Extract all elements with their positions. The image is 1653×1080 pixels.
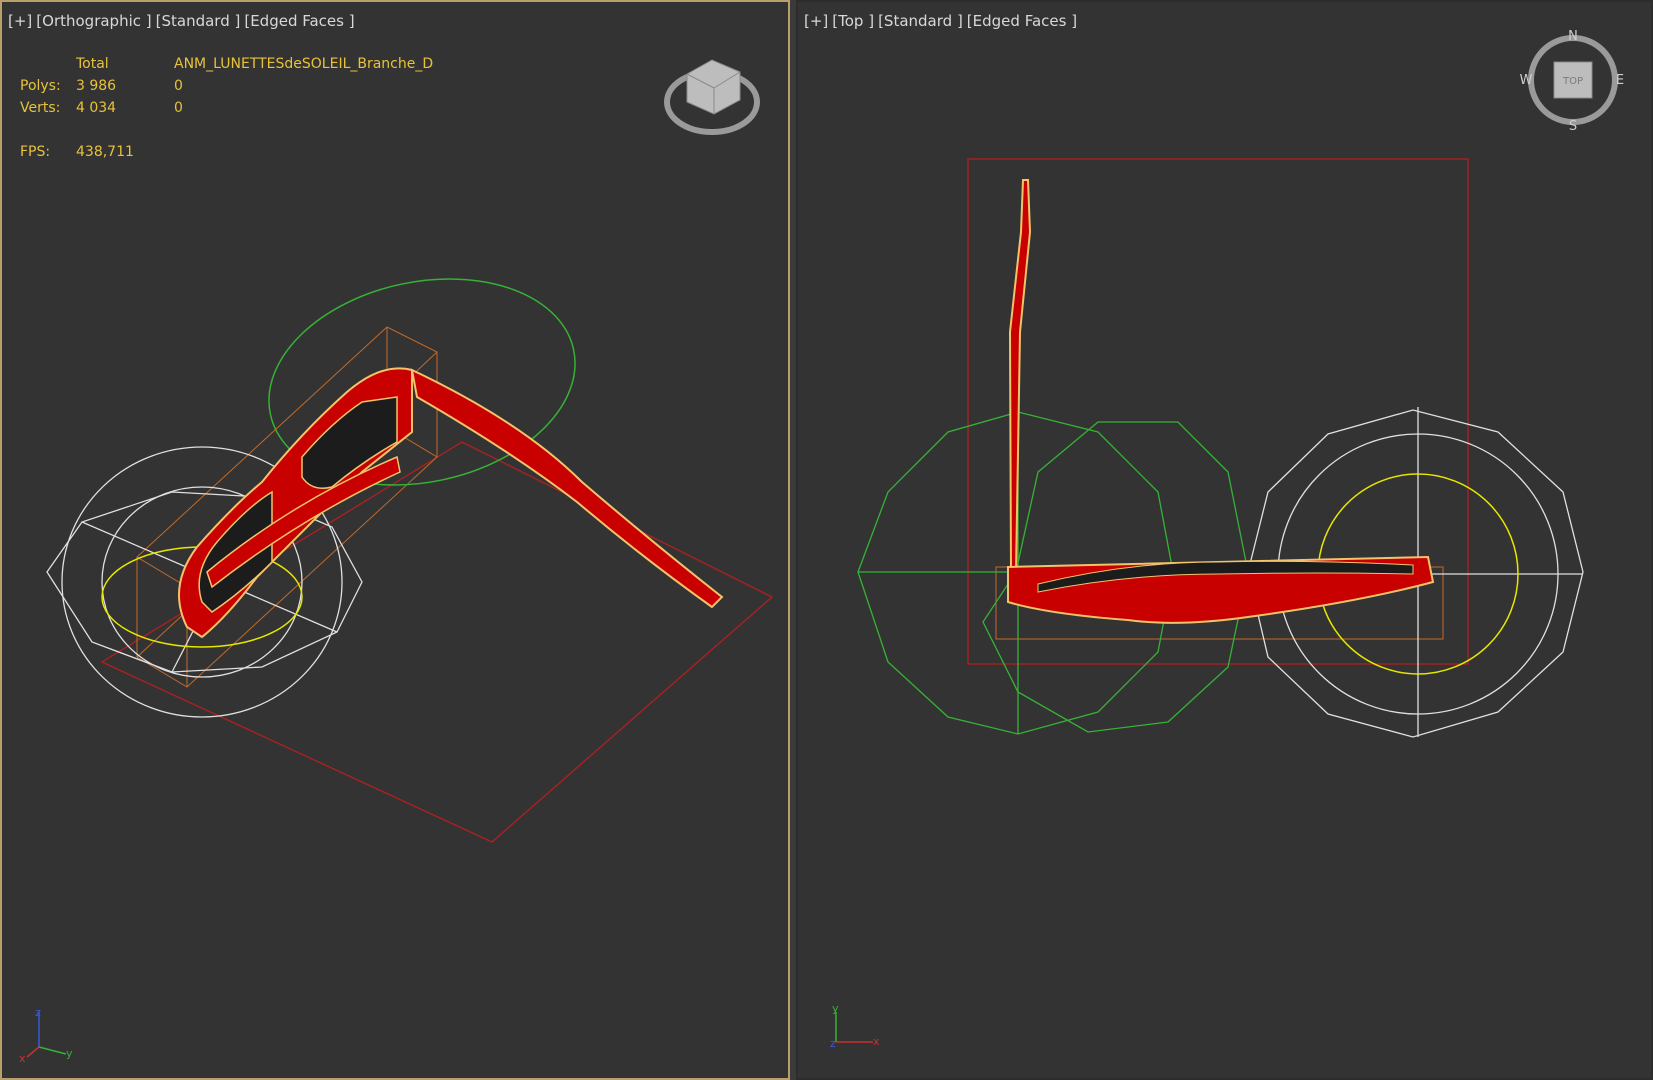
axis-x-label: x	[19, 1052, 26, 1065]
viewport-top[interactable]: [+] [Top ] [Standard ] [Edged Faces ] TO…	[796, 0, 1653, 1080]
axis-y-label: y	[832, 1002, 839, 1015]
axis-z-label: z	[830, 1037, 836, 1050]
compass-s: S	[1569, 119, 1577, 134]
axis-y-label: y	[66, 1047, 73, 1060]
sunglasses-wireframe	[178, 367, 724, 639]
compass-n: N	[1568, 29, 1578, 44]
axis-tripod: y x z	[830, 1002, 880, 1050]
viewcube-icon[interactable]: TOP N S E W	[1520, 29, 1625, 134]
axis-z-label: z	[35, 1006, 41, 1019]
bounding-plane	[100, 441, 774, 843]
axis-tripod: z y x	[19, 1006, 73, 1065]
axis-x-label: x	[873, 1035, 880, 1048]
viewcube-icon[interactable]	[664, 59, 760, 135]
orthographic-scene: z y x	[19, 59, 774, 1065]
viewcube-face-label: TOP	[1562, 76, 1583, 87]
compass-e: E	[1616, 73, 1624, 88]
compass-w: W	[1520, 73, 1533, 88]
viewport-orthographic[interactable]: [+] [Orthographic ] [Standard ] [Edged Face…	[0, 0, 790, 1080]
top-scene: TOP N S E W y x z	[830, 29, 1625, 1050]
sunglasses-wireframe	[1007, 179, 1435, 624]
